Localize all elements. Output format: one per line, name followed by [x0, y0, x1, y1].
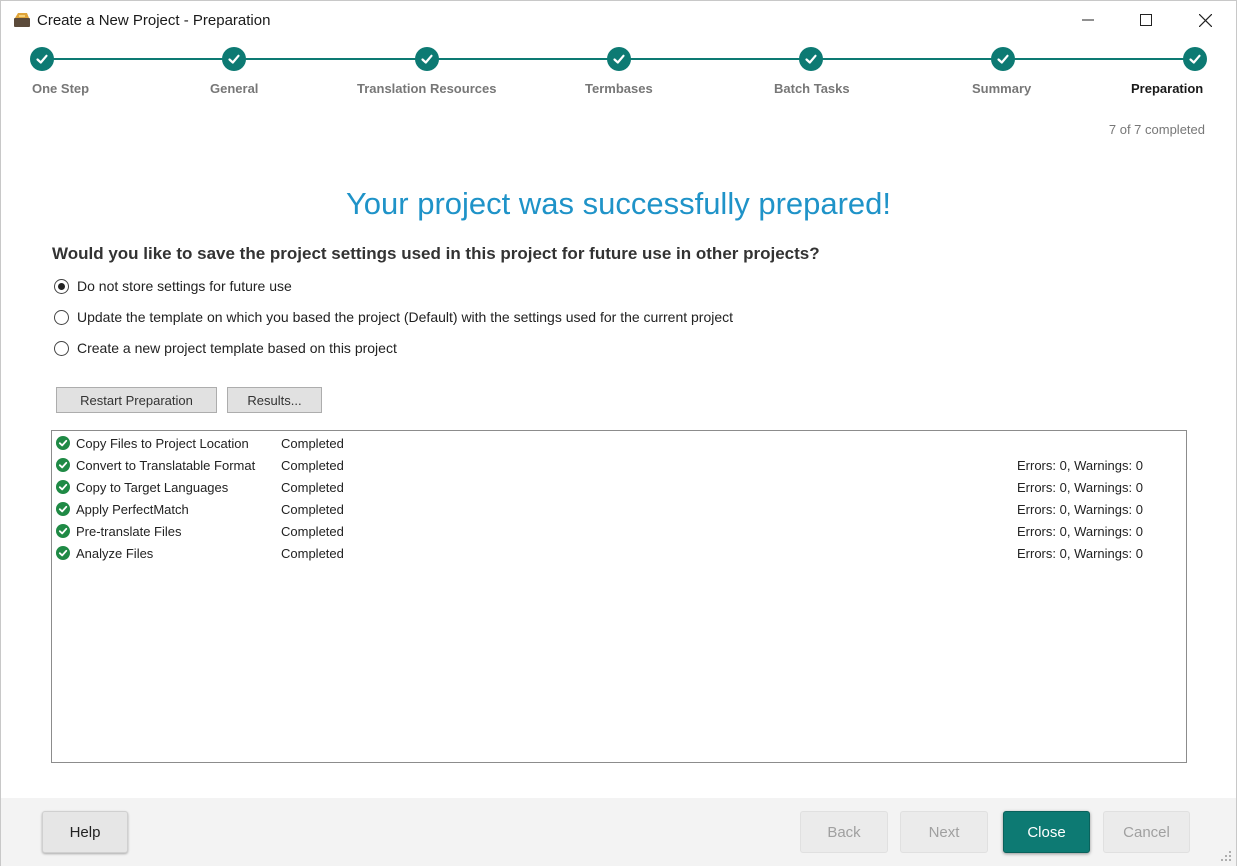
check-icon	[30, 47, 54, 71]
project-wizard-window: Create a New Project - Preparation One S…	[0, 0, 1237, 866]
task-status: Completed	[281, 524, 344, 539]
page-title: Your project was successfully prepared!	[345, 186, 892, 221]
success-check-icon	[56, 436, 70, 450]
success-check-icon	[56, 458, 70, 472]
results-button[interactable]: Results...	[227, 387, 322, 413]
task-status: Completed	[281, 546, 344, 561]
task-result: Errors: 0, Warnings: 0	[1017, 480, 1143, 495]
list-item[interactable]: Pre-translate Files Completed Errors: 0,…	[52, 520, 1186, 542]
success-check-icon	[56, 546, 70, 560]
task-name: Copy to Target Languages	[76, 480, 229, 495]
list-item[interactable]: Copy to Target Languages Completed Error…	[52, 476, 1186, 498]
window-title: Create a New Project - Preparation	[37, 12, 271, 29]
app-icon	[14, 13, 30, 27]
minimize-icon	[1082, 19, 1094, 21]
task-list[interactable]: Copy Files to Project Location Completed…	[51, 430, 1187, 763]
step-label-preparation: Preparation	[1131, 81, 1204, 96]
next-button[interactable]: Next	[900, 811, 988, 853]
step-label-translation-resources: Translation Resources	[357, 81, 497, 96]
option-label: Do not store settings for future use	[77, 278, 292, 294]
success-check-icon	[56, 502, 70, 516]
check-icon	[607, 47, 631, 71]
radio-button[interactable]	[54, 340, 69, 356]
step-label-general: General	[210, 81, 259, 96]
task-status: Completed	[281, 458, 344, 473]
task-status: Completed	[281, 480, 344, 495]
check-icon	[415, 47, 439, 71]
option-label: Update the template on which you based t…	[77, 309, 734, 325]
step-label-one-step: One Step	[32, 81, 90, 96]
help-button[interactable]: Help	[42, 811, 128, 853]
maximize-icon	[1140, 14, 1152, 26]
resize-grip-icon[interactable]	[1220, 850, 1232, 862]
option-update-template[interactable]: Update the template on which you based t…	[54, 309, 733, 325]
title-bar: Create a New Project - Preparation	[1, 1, 1236, 39]
task-name: Analyze Files	[76, 546, 154, 561]
list-item[interactable]: Copy Files to Project Location Completed	[52, 432, 1186, 454]
success-check-icon	[56, 480, 70, 494]
progress-text: 7 of 7 completed	[1108, 122, 1205, 137]
task-status: Completed	[281, 502, 344, 517]
list-item[interactable]: Analyze Files Completed Errors: 0, Warni…	[52, 542, 1186, 564]
task-result: Errors: 0, Warnings: 0	[1017, 458, 1143, 473]
maximize-button[interactable]	[1117, 1, 1175, 39]
task-name: Copy Files to Project Location	[76, 436, 249, 451]
restart-preparation-button[interactable]: Restart Preparation	[56, 387, 217, 413]
task-result: Errors: 0, Warnings: 0	[1017, 502, 1143, 517]
close-button[interactable]: Close	[1003, 811, 1090, 853]
close-window-button[interactable]	[1176, 1, 1234, 39]
step-label-batch-tasks: Batch Tasks	[774, 81, 850, 96]
footer-bar: Help Back Next Close Cancel	[1, 798, 1236, 866]
step-label-termbases: Termbases	[585, 81, 653, 96]
option-new-template[interactable]: Create a new project template based on t…	[54, 340, 397, 356]
cancel-button[interactable]: Cancel	[1103, 811, 1190, 853]
check-icon	[991, 47, 1015, 71]
close-icon	[1198, 13, 1212, 27]
success-check-icon	[56, 524, 70, 538]
task-name: Convert to Translatable Format	[76, 458, 256, 473]
task-status: Completed	[281, 436, 344, 451]
step-label-summary: Summary	[972, 81, 1032, 96]
wizard-stepper: One Step General Translation Resources T…	[1, 39, 1236, 99]
task-name: Apply PerfectMatch	[76, 502, 189, 517]
list-item[interactable]: Convert to Translatable Format Completed…	[52, 454, 1186, 476]
task-result: Errors: 0, Warnings: 0	[1017, 524, 1143, 539]
list-item[interactable]: Apply PerfectMatch Completed Errors: 0, …	[52, 498, 1186, 520]
check-icon	[222, 47, 246, 71]
task-name: Pre-translate Files	[76, 524, 182, 539]
save-settings-question: Would you like to save the project setti…	[52, 244, 820, 263]
radio-button[interactable]	[54, 309, 69, 325]
radio-button-checked[interactable]	[54, 278, 69, 294]
option-label: Create a new project template based on t…	[77, 340, 397, 356]
back-button[interactable]: Back	[800, 811, 888, 853]
option-do-not-store[interactable]: Do not store settings for future use	[54, 278, 292, 294]
task-result: Errors: 0, Warnings: 0	[1017, 546, 1143, 561]
check-icon	[1183, 47, 1207, 71]
minimize-button[interactable]	[1059, 1, 1117, 39]
check-icon	[799, 47, 823, 71]
